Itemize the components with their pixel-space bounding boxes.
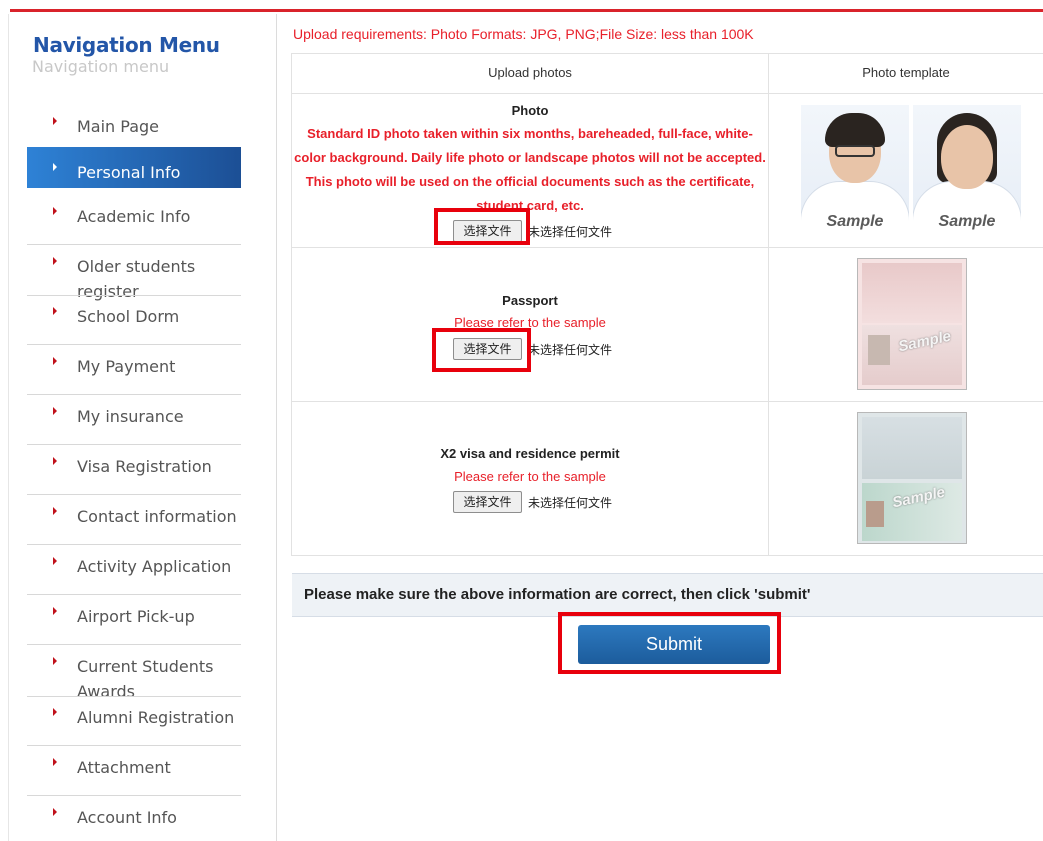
sample-passport-image: Sample bbox=[857, 258, 967, 390]
sidebar-item-label: Visa Registration bbox=[77, 457, 212, 476]
bullet-icon bbox=[53, 607, 57, 615]
bullet-icon bbox=[53, 307, 57, 315]
sidebar-item-label: Airport Pick-up bbox=[77, 607, 195, 626]
sidebar-item-alumni-registration[interactable]: Alumni Registration bbox=[27, 696, 241, 746]
navigation-sidebar: Navigation Menu Navigation menu Main Pag… bbox=[8, 14, 277, 841]
row-title-visa: X2 visa and residence permit bbox=[440, 446, 620, 461]
photo-instruction-line: Standard ID photo taken within six month… bbox=[307, 126, 753, 141]
upload-requirements: Upload requirements: Photo Formats: JPG,… bbox=[293, 26, 754, 42]
bullet-icon bbox=[53, 357, 57, 365]
sidebar-item-visa-registration[interactable]: Visa Registration bbox=[27, 445, 241, 495]
bullet-icon bbox=[53, 657, 57, 665]
confirmation-notice: Please make sure the above information a… bbox=[292, 573, 1043, 617]
photo-instruction-line: This photo will be used on the official … bbox=[305, 174, 755, 189]
highlight-box bbox=[434, 208, 530, 245]
photo-file-status: 未选择任何文件 bbox=[528, 225, 613, 239]
sample-visa-image: Sample bbox=[857, 412, 967, 544]
sidebar-item-airport-pickup[interactable]: Airport Pick-up bbox=[27, 595, 241, 645]
visa-instruction: Please refer to the sample bbox=[454, 469, 606, 484]
sidebar-item-label: School Dorm bbox=[77, 307, 180, 326]
row-title-photo: Photo bbox=[511, 103, 549, 118]
sidebar-item-label: My Payment bbox=[77, 357, 176, 376]
row-title-passport: Passport bbox=[502, 293, 558, 308]
visa-file-status: 未选择任何文件 bbox=[528, 496, 613, 510]
highlight-box bbox=[432, 328, 531, 372]
sample-photo-female: Sample bbox=[913, 105, 1021, 233]
photo-instruction-line: student card, etc. bbox=[476, 198, 584, 213]
sidebar-item-school-dorm[interactable]: School Dorm bbox=[27, 295, 241, 345]
sidebar-item-label: Attachment bbox=[77, 758, 171, 777]
sidebar-item-label: Activity Application bbox=[77, 557, 232, 576]
column-header-template: Photo template bbox=[862, 65, 950, 80]
highlight-box bbox=[558, 612, 781, 674]
column-header-upload: Upload photos bbox=[488, 65, 572, 80]
nav-menu-title: Navigation Menu bbox=[33, 33, 220, 57]
sidebar-item-my-payment[interactable]: My Payment bbox=[27, 345, 241, 395]
sidebar-item-personal-info[interactable]: Personal Info bbox=[27, 147, 241, 188]
sample-photo-male: Sample bbox=[801, 105, 909, 233]
sidebar-item-contact-information[interactable]: Contact information bbox=[27, 495, 241, 545]
sidebar-item-account-info[interactable]: Account Info bbox=[27, 796, 241, 841]
sidebar-item-current-students-awards[interactable]: Current Students Awards bbox=[27, 645, 241, 701]
sidebar-item-label: Main Page bbox=[77, 117, 160, 136]
bullet-icon bbox=[53, 758, 57, 766]
photo-instruction-line: color background. Daily life photo or la… bbox=[294, 150, 766, 165]
passport-file-status: 未选择任何文件 bbox=[528, 343, 613, 357]
visa-choose-file-button[interactable]: 选择文件 bbox=[453, 491, 522, 513]
sidebar-item-academic-info[interactable]: Academic Info bbox=[27, 195, 241, 245]
bullet-icon bbox=[53, 457, 57, 465]
top-accent-line bbox=[10, 9, 1043, 12]
sidebar-item-label: Contact information bbox=[77, 507, 237, 526]
bullet-icon bbox=[53, 407, 57, 415]
bullet-icon bbox=[53, 163, 57, 171]
sidebar-item-my-insurance[interactable]: My insurance bbox=[27, 395, 241, 445]
sample-label: Sample bbox=[826, 213, 884, 230]
sidebar-item-activity-application[interactable]: Activity Application bbox=[27, 545, 241, 595]
sidebar-item-label: Alumni Registration bbox=[77, 708, 235, 727]
bullet-icon bbox=[53, 117, 57, 125]
sidebar-item-older-students-register[interactable]: Older students register bbox=[27, 245, 241, 301]
sidebar-item-label: Account Info bbox=[77, 808, 177, 827]
bullet-icon bbox=[53, 257, 57, 265]
bullet-icon bbox=[53, 507, 57, 515]
sidebar-item-attachment[interactable]: Attachment bbox=[27, 746, 241, 796]
bullet-icon bbox=[53, 557, 57, 565]
sample-label: Sample bbox=[938, 213, 996, 230]
sidebar-item-label: My insurance bbox=[77, 407, 184, 426]
bullet-icon bbox=[53, 808, 57, 816]
bullet-icon bbox=[53, 207, 57, 215]
nav-menu-subtitle: Navigation menu bbox=[32, 57, 170, 76]
sidebar-item-label: Academic Info bbox=[77, 207, 191, 226]
sidebar-item-label: Personal Info bbox=[77, 163, 181, 182]
notice-text: Please make sure the above information a… bbox=[304, 586, 811, 603]
bullet-icon bbox=[53, 708, 57, 716]
